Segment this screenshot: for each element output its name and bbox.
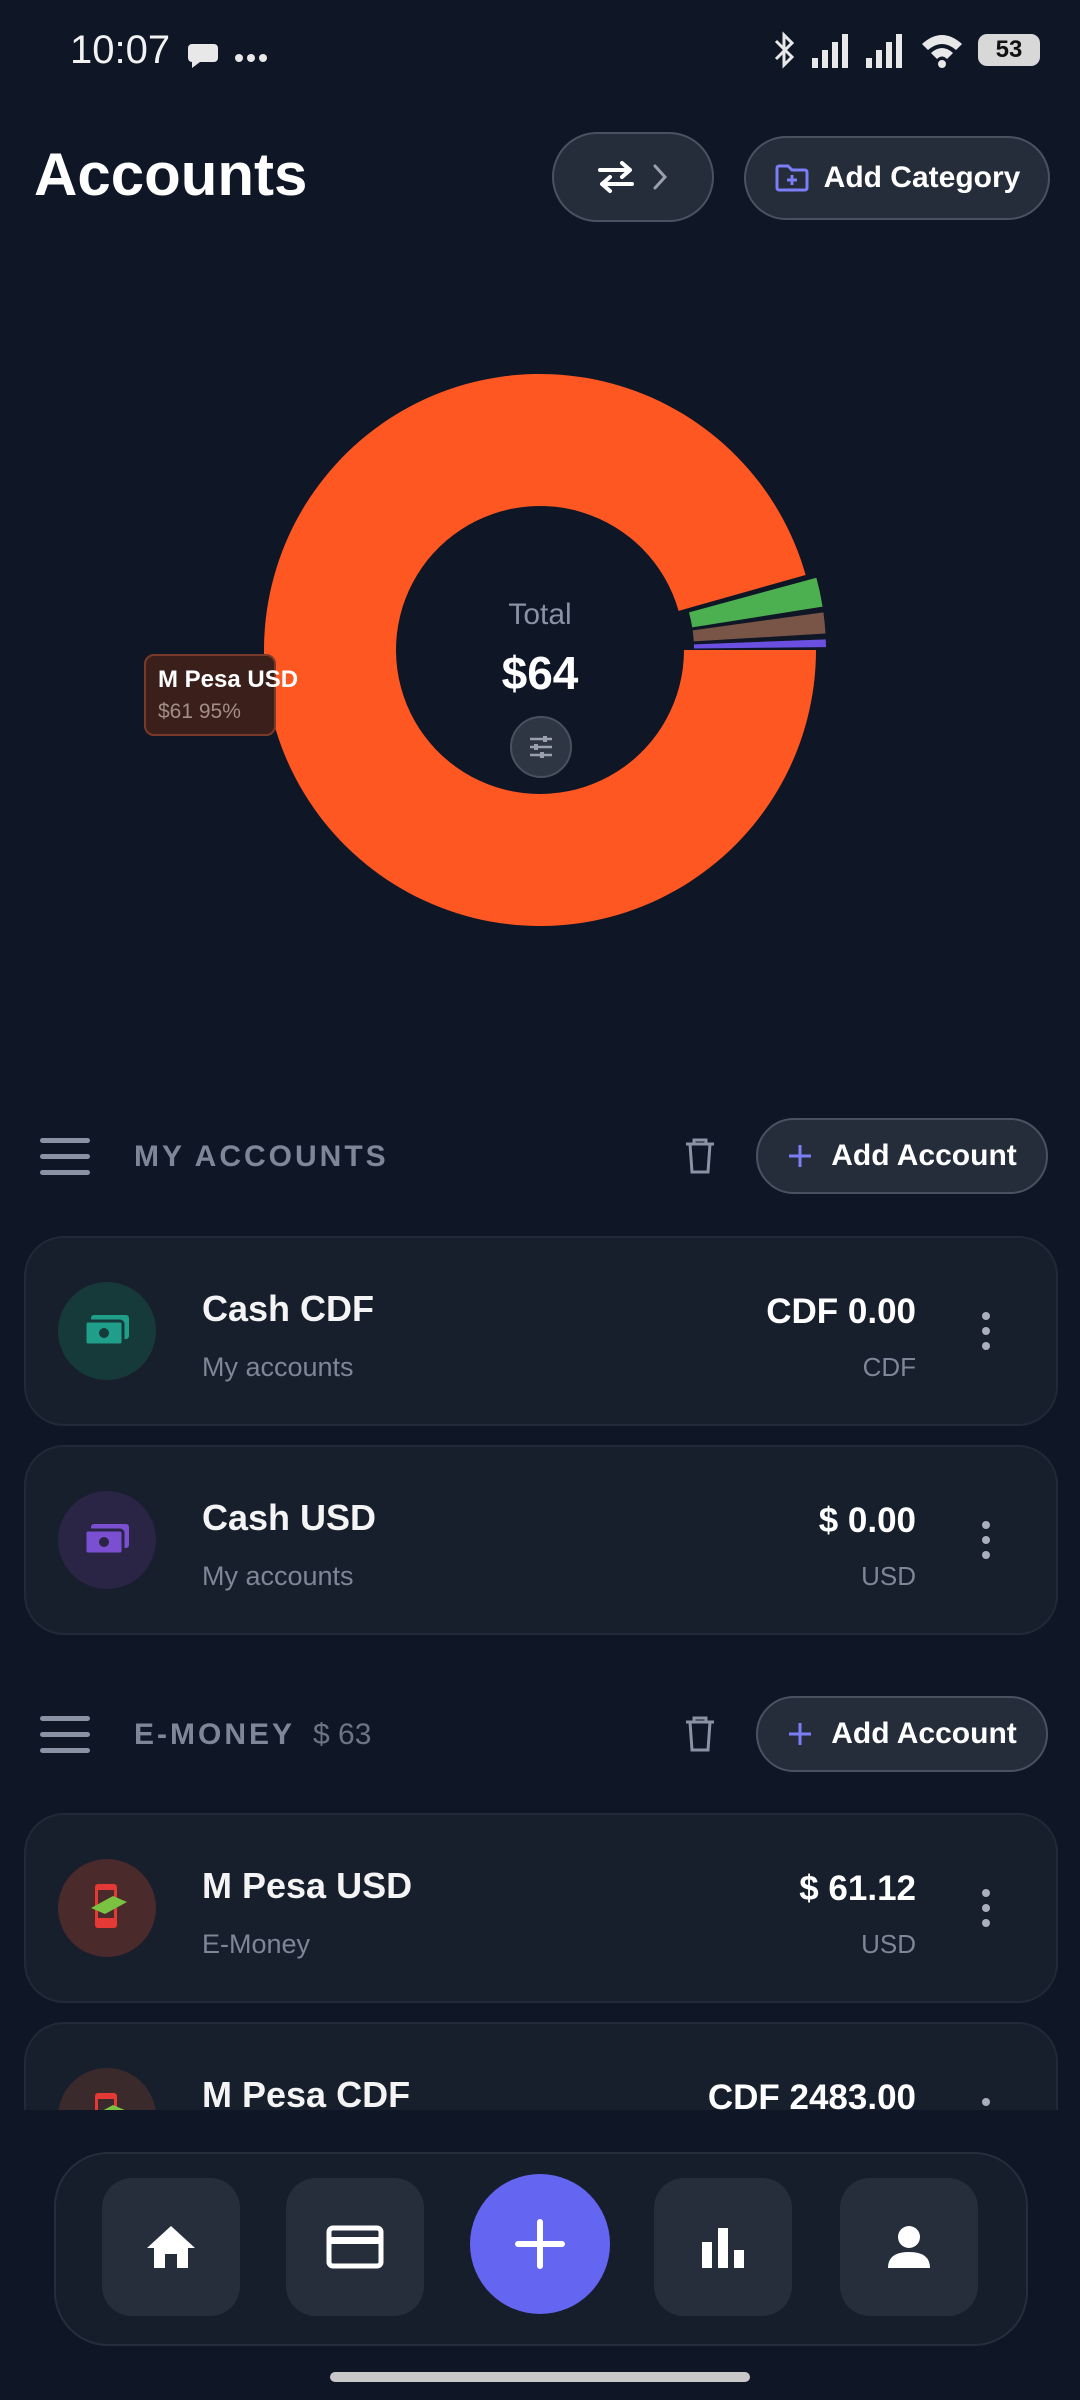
plus-icon bbox=[789, 1723, 812, 1745]
chart-filter-button[interactable] bbox=[510, 716, 572, 778]
page-title: Accounts bbox=[34, 141, 308, 208]
section-title: E-MONEY $ 63 bbox=[134, 1718, 372, 1751]
battery-indicator: 53 bbox=[978, 34, 1040, 66]
swap-icon bbox=[598, 161, 634, 193]
more-options-icon[interactable] bbox=[982, 1889, 992, 1934]
mobile-money-icon bbox=[58, 1859, 156, 1957]
add-account-label: Add Account bbox=[831, 1717, 1017, 1750]
account-currency: USD bbox=[861, 1561, 916, 1591]
home-indicator[interactable] bbox=[330, 2372, 750, 2382]
nav-accounts-button[interactable] bbox=[286, 2178, 424, 2316]
more-notifications-icon bbox=[234, 50, 268, 68]
account-card[interactable]: M Pesa USD E-Money $ 61.12 USD bbox=[24, 1813, 1058, 2003]
tune-icon bbox=[530, 736, 552, 758]
tooltip-account-name: M Pesa USD bbox=[158, 666, 299, 693]
folder-add-icon bbox=[775, 164, 809, 192]
add-account-button[interactable]: Add Account bbox=[756, 1118, 1048, 1194]
chart-tooltip: M Pesa USD $61 95% bbox=[144, 654, 299, 736]
add-icon bbox=[515, 2219, 565, 2269]
nav-stats-button[interactable] bbox=[654, 2178, 792, 2316]
card-icon bbox=[326, 2225, 384, 2269]
transfer-button[interactable] bbox=[552, 132, 714, 222]
account-balance: $ 61.12 bbox=[799, 1869, 916, 1908]
bluetooth-icon bbox=[774, 31, 795, 69]
account-category: My accounts bbox=[202, 1561, 354, 1591]
tooltip-value: $61 95% bbox=[158, 700, 241, 723]
account-name: Cash CDF bbox=[202, 1288, 375, 1329]
section-header-e-money: E-MONEY $ 63 Add Account bbox=[0, 1694, 1080, 1774]
account-category: E-Money bbox=[202, 1929, 311, 1959]
account-card[interactable]: Cash USD My accounts $ 0.00 USD bbox=[24, 1445, 1058, 1635]
add-category-button[interactable]: Add Category bbox=[744, 136, 1050, 220]
wifi-icon bbox=[922, 35, 962, 68]
account-category: My accounts bbox=[202, 1352, 354, 1382]
section-header-my-accounts: MY ACCOUNTS Add Account bbox=[0, 1116, 1080, 1196]
delete-category-icon[interactable] bbox=[682, 1136, 718, 1181]
account-currency: USD bbox=[861, 1929, 916, 1959]
account-currency: CDF bbox=[862, 1352, 916, 1382]
account-balance: $ 0.00 bbox=[818, 1501, 916, 1540]
nav-home-button[interactable] bbox=[102, 2178, 240, 2316]
chevron-right-icon bbox=[653, 164, 668, 190]
more-options-icon[interactable] bbox=[982, 1521, 992, 1566]
drag-handle-icon[interactable] bbox=[40, 1138, 90, 1186]
drag-handle-icon[interactable] bbox=[40, 1716, 90, 1764]
nav-profile-button[interactable] bbox=[840, 2178, 978, 2316]
status-time: 10:07 bbox=[70, 28, 171, 72]
chart-icon bbox=[702, 2228, 744, 2268]
account-name: M Pesa USD bbox=[202, 1865, 413, 1906]
delete-category-icon[interactable] bbox=[682, 1714, 718, 1759]
add-account-label: Add Account bbox=[831, 1139, 1017, 1172]
plus-icon bbox=[789, 1145, 812, 1167]
cash-icon bbox=[58, 1491, 156, 1589]
section-title: MY ACCOUNTS bbox=[134, 1140, 389, 1173]
signal-icon bbox=[812, 34, 848, 68]
more-options-icon[interactable] bbox=[982, 1312, 992, 1357]
cash-icon bbox=[58, 1282, 156, 1380]
status-icons: 53 bbox=[772, 30, 1040, 70]
signal-icon bbox=[866, 34, 902, 68]
total-label: Total bbox=[508, 598, 572, 631]
chat-notification-icon bbox=[186, 40, 220, 75]
account-balance: CDF 0.00 bbox=[766, 1292, 916, 1331]
add-account-button[interactable]: Add Account bbox=[756, 1696, 1048, 1772]
home-icon bbox=[147, 2226, 195, 2268]
account-card[interactable]: Cash CDF My accounts CDF 0.00 CDF bbox=[24, 1236, 1058, 1426]
section-total: $ 63 bbox=[313, 1718, 372, 1751]
add-category-label: Add Category bbox=[823, 161, 1021, 194]
profile-icon bbox=[888, 2226, 930, 2268]
account-name: Cash USD bbox=[202, 1497, 377, 1538]
nav-add-button[interactable] bbox=[470, 2174, 610, 2314]
